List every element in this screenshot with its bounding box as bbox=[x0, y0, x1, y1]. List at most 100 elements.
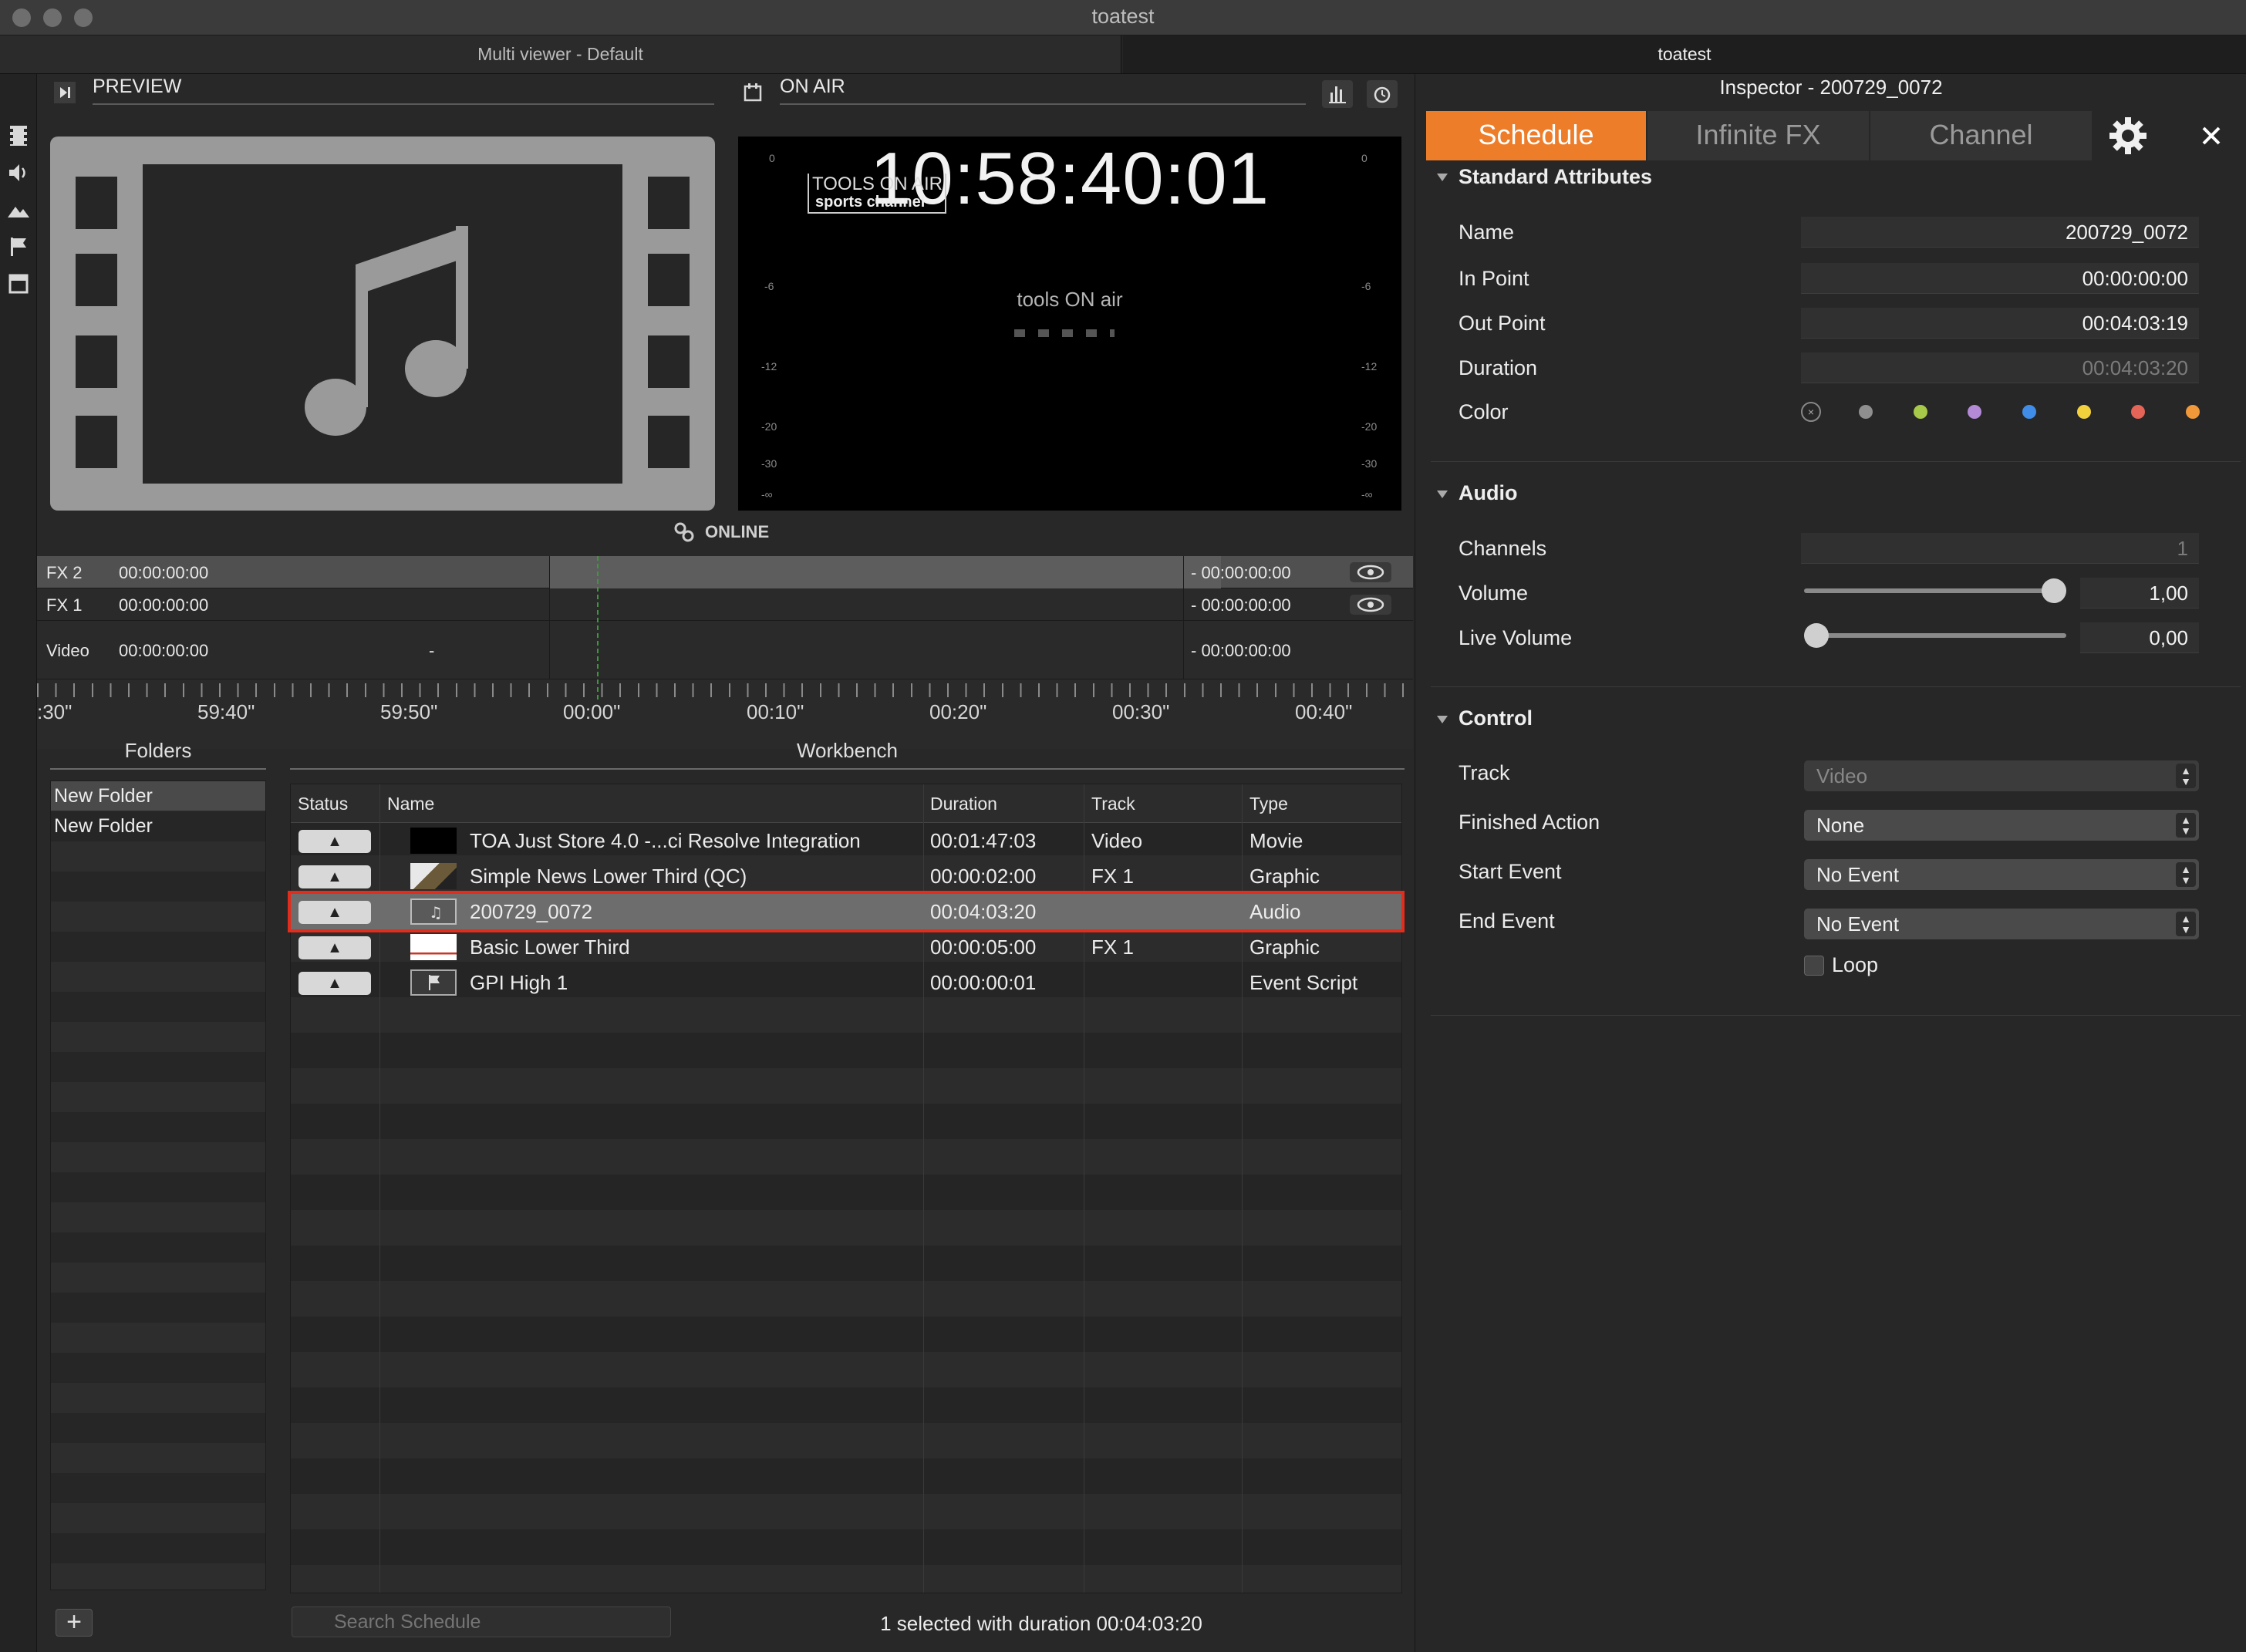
color-swatch-yellow[interactable] bbox=[2077, 405, 2091, 419]
meter-label: -∞ bbox=[1361, 488, 1373, 501]
section-separator bbox=[1431, 1015, 2241, 1016]
tab-channel[interactable]: Channel bbox=[1870, 111, 2092, 160]
column-status[interactable]: Status bbox=[298, 794, 348, 814]
column-type[interactable]: Type bbox=[1249, 794, 1288, 814]
column-track[interactable]: Track bbox=[1091, 794, 1135, 814]
status-button[interactable]: ▲ bbox=[298, 972, 371, 995]
volume-field[interactable]: 1,00 bbox=[2080, 578, 2199, 609]
live-volume-field[interactable]: 0,00 bbox=[2080, 622, 2199, 653]
color-swatch-green[interactable] bbox=[1914, 405, 1927, 419]
color-swatch-gray[interactable] bbox=[1859, 405, 1873, 419]
onair-calendar-icon[interactable] bbox=[740, 80, 765, 105]
table-row[interactable]: ▲ Simple News Lower Third (QC) 00:00:02:… bbox=[291, 858, 1401, 894]
film-hole bbox=[648, 335, 690, 388]
chevron-up-down-icon: ▲ ▼ bbox=[2176, 764, 2196, 788]
color-swatch-red[interactable] bbox=[2131, 405, 2145, 419]
section-standard-attributes: Standard Attributes bbox=[1459, 165, 1653, 188]
tab-schedule[interactable]: Schedule bbox=[1426, 111, 1646, 160]
track-start: 00:00:00:00 bbox=[119, 595, 209, 615]
row-duration: 00:00:02:00 bbox=[930, 865, 1037, 888]
timeline-row-fx2[interactable]: FX 2 00:00:00:00 - 00:00:00:00 bbox=[37, 556, 1413, 588]
finished-action-select[interactable]: None ▲ ▼ bbox=[1804, 810, 2199, 841]
workbench-table: Status Name Duration Track Type ▲ TOA Ju… bbox=[288, 784, 1405, 1593]
ruler-label: 59:40" bbox=[197, 700, 255, 723]
eye-icon[interactable] bbox=[1350, 595, 1391, 615]
meter-label: -12 bbox=[761, 360, 777, 373]
link-icon bbox=[673, 521, 695, 543]
name-field[interactable]: 200729_0072 bbox=[1801, 217, 2199, 248]
timeline-row-video[interactable]: Video 00:00:00:00 - - 00:00:00:00 bbox=[37, 621, 1413, 679]
section-separator bbox=[1431, 686, 2241, 687]
table-row[interactable]: ▲ GPI High 1 00:00:00:01 Event Script bbox=[291, 965, 1401, 1000]
row-name: Simple News Lower Third (QC) bbox=[470, 865, 747, 888]
timeline-row-fx1[interactable]: FX 1 00:00:00:00 - 00:00:00:00 bbox=[37, 588, 1413, 621]
in-point-field[interactable]: 00:00:00:00 bbox=[1801, 263, 2199, 294]
disclosure-triangle-icon[interactable] bbox=[1435, 713, 1449, 727]
status-button[interactable]: ▲ bbox=[298, 901, 371, 924]
preview-frame bbox=[143, 164, 622, 484]
tab-infinite-fx[interactable]: Infinite FX bbox=[1647, 111, 1869, 160]
search-input[interactable] bbox=[292, 1606, 671, 1637]
gear-icon[interactable] bbox=[2105, 116, 2151, 156]
onair-underline bbox=[780, 103, 1306, 105]
end-event-select[interactable]: No Event ▲ ▼ bbox=[1804, 909, 2199, 939]
meter-label: -20 bbox=[761, 420, 777, 433]
window-title: toatest bbox=[1091, 5, 1155, 28]
loop-checkbox[interactable] bbox=[1804, 956, 1824, 976]
row-duration: 00:01:47:03 bbox=[930, 829, 1037, 852]
film-hole bbox=[76, 177, 117, 229]
eye-icon[interactable] bbox=[1350, 562, 1391, 582]
table-row-selected[interactable]: ▲ ♫ 200729_0072 00:04:03:20 Audio bbox=[288, 891, 1405, 932]
graphic-thumbnail bbox=[410, 934, 457, 960]
window-filter-icon[interactable] bbox=[6, 271, 31, 296]
film-hole bbox=[648, 177, 690, 229]
alarm-clock-icon[interactable] bbox=[1367, 80, 1398, 108]
out-point-field[interactable]: 00:04:03:19 bbox=[1801, 308, 2199, 339]
status-button[interactable]: ▲ bbox=[298, 936, 371, 959]
folder-item[interactable]: New Folder bbox=[51, 811, 265, 841]
disclosure-triangle-icon[interactable] bbox=[1435, 487, 1449, 501]
track-select[interactable]: Video ▲ ▼ bbox=[1804, 760, 2199, 791]
column-duration[interactable]: Duration bbox=[930, 794, 997, 814]
color-swatch-orange[interactable] bbox=[2186, 405, 2200, 419]
color-swatch-blue[interactable] bbox=[2022, 405, 2036, 419]
close-icon[interactable] bbox=[2197, 122, 2225, 150]
speaker-filter-icon[interactable] bbox=[6, 160, 31, 185]
tab-toatest[interactable]: toatest bbox=[1123, 35, 2246, 73]
tab-multi-viewer[interactable]: Multi viewer - Default bbox=[0, 35, 1121, 73]
mountain-filter-icon[interactable] bbox=[6, 197, 31, 222]
table-row[interactable]: ▲ Basic Lower Third 00:00:05:00 FX 1 Gra… bbox=[291, 929, 1401, 965]
table-row[interactable]: ▲ TOA Just Store 4.0 -...ci Resolve Inte… bbox=[291, 823, 1401, 858]
flag-filter-icon[interactable] bbox=[6, 234, 31, 259]
row-name: TOA Just Store 4.0 -...ci Resolve Integr… bbox=[470, 829, 861, 852]
row-type: Graphic bbox=[1249, 865, 1320, 888]
slider-knob[interactable] bbox=[2042, 578, 2066, 603]
live-volume-label: Live Volume bbox=[1459, 626, 1573, 649]
levels-chart-icon[interactable] bbox=[1322, 80, 1353, 108]
start-event-select[interactable]: No Event ▲ ▼ bbox=[1804, 859, 2199, 890]
add-folder-button[interactable]: + bbox=[56, 1609, 93, 1637]
slider-knob[interactable] bbox=[1804, 623, 1829, 648]
ruler-label: 00:30" bbox=[1112, 700, 1170, 723]
column-name[interactable]: Name bbox=[387, 794, 434, 814]
play-next-icon[interactable] bbox=[52, 80, 77, 105]
finished-action-value: None bbox=[1816, 814, 1865, 837]
volume-slider[interactable] bbox=[1804, 575, 2066, 606]
status-button[interactable]: ▲ bbox=[298, 865, 371, 888]
folder-item[interactable]: New Folder bbox=[51, 781, 265, 811]
live-volume-slider[interactable] bbox=[1804, 620, 2066, 651]
inspector-tabs: Schedule Infinite FX Channel bbox=[1426, 111, 2236, 160]
row-name: Basic Lower Third bbox=[470, 936, 630, 959]
folders-underline bbox=[50, 768, 266, 770]
row-type: Graphic bbox=[1249, 936, 1320, 959]
status-button[interactable]: ▲ bbox=[298, 830, 371, 853]
color-swatch-purple[interactable] bbox=[1968, 405, 1981, 419]
disclosure-triangle-icon[interactable] bbox=[1435, 170, 1449, 184]
row-duration: 00:04:03:20 bbox=[930, 900, 1037, 923]
duration-field: 00:04:03:20 bbox=[1801, 352, 2199, 383]
no-color-swatch[interactable]: × bbox=[1801, 402, 1821, 422]
section-control: Control bbox=[1459, 706, 1533, 730]
playhead[interactable] bbox=[597, 556, 599, 700]
ruler-label: 59:50" bbox=[380, 700, 438, 723]
movie-filter-icon[interactable] bbox=[6, 123, 31, 148]
